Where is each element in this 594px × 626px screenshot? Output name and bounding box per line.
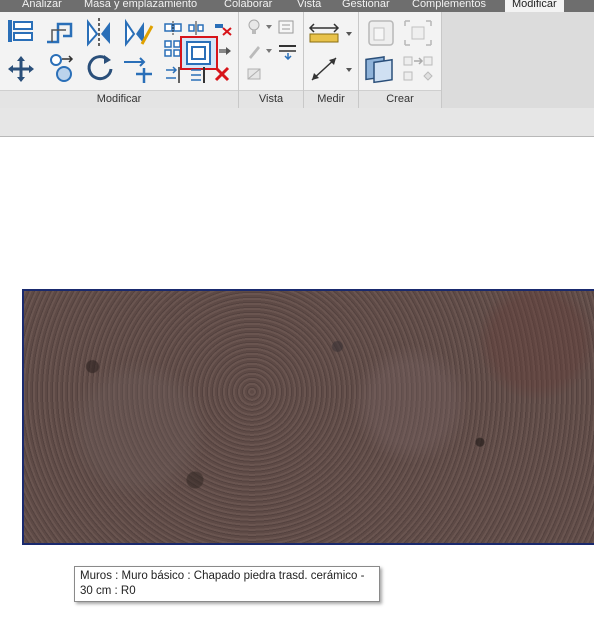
panel-medir-label: Medir (304, 90, 358, 108)
tab-gestionar[interactable]: Gestionar (342, 0, 390, 12)
align-tool-icon[interactable] (6, 16, 36, 46)
tooltip-line-1: Muros : Muro básico : Chapado piedra tra… (80, 570, 365, 582)
visibility-settings-icon[interactable] (278, 18, 296, 36)
tab-vista[interactable]: Vista (297, 0, 321, 12)
create-parts-icon[interactable] (402, 18, 434, 48)
tab-masa-y-emplazamiento[interactable]: Masa y emplazamiento (84, 0, 197, 12)
trim-multiple-tool-icon[interactable] (190, 66, 208, 84)
delete-tool-icon[interactable] (214, 66, 230, 82)
panel-divider (441, 12, 442, 108)
offset-path-tool-icon[interactable] (44, 16, 76, 46)
array-tool-icon[interactable] (164, 40, 182, 58)
tab-complementos[interactable]: Complementos (412, 0, 486, 12)
create-group-icon[interactable] (402, 54, 434, 84)
unpin-delete-tool-icon[interactable] (214, 20, 232, 36)
split-gap-tool-icon[interactable] (188, 20, 204, 36)
paintbrush-override-icon[interactable] (246, 42, 276, 60)
aligned-dimension-icon[interactable] (308, 54, 354, 84)
move-tool-icon[interactable] (6, 54, 36, 84)
tab-analizar[interactable]: Analizar (22, 0, 62, 12)
ribbon-empty-area (441, 12, 594, 108)
measure-distance-icon[interactable] (308, 20, 354, 46)
panel-modificar-label: Modificar (0, 90, 238, 108)
hide-element-icon[interactable] (246, 66, 264, 82)
create-similar-icon[interactable] (362, 54, 398, 86)
mirror-axis-tool-icon[interactable] (84, 16, 114, 48)
ribbon-tab-bar: Analizar Masa y emplazamiento Colaborar … (0, 0, 594, 12)
lightbulb-override-icon[interactable] (246, 18, 276, 36)
mirror-draw-axis-tool-icon[interactable] (122, 16, 154, 48)
split-element-tool-icon[interactable] (164, 20, 182, 36)
copy-tool-icon[interactable] (46, 52, 76, 84)
pin-tool-icon[interactable] (218, 44, 232, 58)
linework-icon[interactable] (278, 42, 298, 60)
tooltip-line-2: 30 cm : R0 (80, 585, 136, 597)
rotate-tool-icon[interactable] (84, 52, 116, 84)
trim-extend-tool-icon[interactable] (122, 54, 154, 84)
panel-vista-label: Vista (239, 90, 303, 108)
options-bar (0, 108, 594, 137)
create-assembly-icon[interactable] (366, 18, 396, 48)
element-tooltip: Muros : Muro básico : Chapado piedra tra… (74, 566, 380, 602)
wall-element[interactable] (22, 289, 594, 545)
tab-modificar[interactable]: Modificar (505, 0, 564, 12)
scale-tool-icon[interactable] (164, 66, 182, 84)
offset-tool-icon[interactable] (180, 36, 218, 70)
panel-crear-label: Crear (359, 90, 441, 108)
tab-colaborar[interactable]: Colaborar (224, 0, 272, 12)
